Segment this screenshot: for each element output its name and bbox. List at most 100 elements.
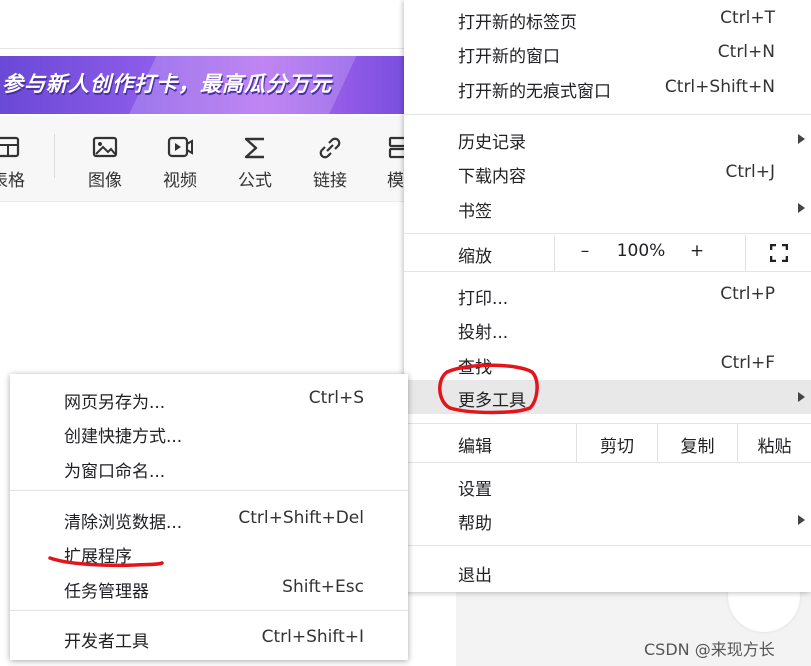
toolbar-item-video[interactable]: 视频	[150, 134, 210, 191]
menu-item-label: 下载内容	[458, 167, 526, 187]
submenu-arrow-icon	[798, 515, 805, 525]
menu-item-more-tools[interactable]: 更多工具	[404, 380, 811, 414]
menu-item-settings[interactable]: 设置	[404, 469, 811, 503]
submenu-arrow-icon	[798, 203, 805, 213]
submenu-item-clear-data[interactable]: 清除浏览数据... Ctrl+Shift+Del	[10, 502, 408, 536]
menu-item-new-window[interactable]: 打开新的窗口 Ctrl+N	[404, 36, 811, 70]
toolbar-item-image[interactable]: 图像	[75, 134, 135, 191]
menu-item-label: 打印...	[458, 289, 509, 309]
paste-button[interactable]: 粘贴	[737, 424, 811, 462]
toolbar-label: 表格	[0, 171, 25, 191]
menu-item-new-incognito[interactable]: 打开新的无痕式窗口 Ctrl+Shift+N	[404, 71, 811, 105]
menu-item-label: 书签	[458, 202, 492, 222]
menu-item-label: 为窗口命名...	[64, 462, 166, 482]
template-icon	[367, 134, 405, 162]
table-icon	[0, 134, 38, 162]
sigma-icon	[225, 134, 285, 162]
menu-item-label: 帮助	[458, 514, 492, 534]
submenu-item-save-as[interactable]: 网页另存为... Ctrl+S	[10, 382, 408, 416]
zoom-in-button[interactable]: +	[687, 241, 707, 261]
toolbar-item-table[interactable]: 表格	[0, 134, 38, 191]
menu-item-help[interactable]: 帮助	[404, 503, 811, 537]
menu-item-edit: 编辑 剪切 复制 粘贴	[404, 424, 811, 462]
menu-item-label: 创建快捷方式...	[64, 427, 183, 447]
menu-item-label: 开发者工具	[64, 632, 149, 652]
toolbar-item-template[interactable]: 模	[367, 134, 405, 191]
zoom-controls: – 100% +	[554, 235, 811, 271]
menu-item-label: 打开新的窗口	[458, 47, 560, 67]
fullscreen-button[interactable]	[745, 235, 811, 271]
menu-item-shortcut: Ctrl+S	[308, 388, 364, 408]
toolbar-item-formula[interactable]: 公式	[225, 134, 285, 191]
menu-separator	[404, 271, 811, 272]
menu-item-label: 历史记录	[458, 133, 526, 153]
submenu-item-name-window[interactable]: 为窗口命名...	[10, 451, 408, 485]
menu-item-label: 更多工具	[458, 391, 526, 411]
menu-separator	[404, 114, 811, 115]
banner-text: 参与新人创作打卡，最高瓜分万元	[2, 72, 332, 96]
menu-item-shortcut: Ctrl+Shift+Del	[238, 508, 364, 528]
submenu-item-extensions[interactable]: 扩展程序	[10, 536, 408, 570]
promo-banner[interactable]: 参与新人创作打卡，最高瓜分万元	[0, 56, 405, 114]
menu-item-label: 打开新的标签页	[458, 13, 577, 33]
menu-item-shortcut: Ctrl+J	[725, 162, 775, 182]
menu-item-print[interactable]: 打印... Ctrl+P	[404, 278, 811, 312]
toolbar-label: 图像	[88, 171, 122, 191]
toolbar-label: 视频	[163, 171, 197, 191]
zoom-out-button[interactable]: –	[575, 241, 595, 261]
menu-item-label: 设置	[458, 480, 492, 500]
submenu-item-dev-tools[interactable]: 开发者工具 Ctrl+Shift+I	[10, 621, 408, 655]
menu-item-shortcut: Shift+Esc	[282, 577, 364, 597]
toolbar-separator	[54, 134, 55, 178]
toolbar-label: 公式	[238, 171, 272, 191]
menu-item-shortcut: Ctrl+P	[720, 284, 775, 304]
toolbar-label: 链接	[313, 171, 347, 191]
menu-item-shortcut: Ctrl+Shift+N	[664, 77, 775, 97]
fullscreen-icon	[770, 244, 788, 262]
menu-item-label: 查找	[458, 358, 492, 378]
editor-toolbar: 表格 图像 视频 公式 链接	[0, 116, 405, 202]
menu-item-zoom: 缩放 – 100% +	[404, 235, 811, 271]
menu-item-history[interactable]: 历史记录	[404, 122, 811, 156]
watermark-text: CSDN @来现方长	[644, 640, 775, 659]
menu-item-shortcut: Ctrl+N	[717, 42, 775, 62]
menu-item-find[interactable]: 查找 Ctrl+F	[404, 347, 811, 381]
submenu-arrow-icon	[798, 134, 805, 144]
submenu-arrow-icon	[798, 392, 805, 402]
menu-item-label: 扩展程序	[64, 547, 132, 567]
cut-button[interactable]: 剪切	[576, 424, 657, 462]
menu-item-label: 任务管理器	[64, 582, 149, 602]
menu-item-downloads[interactable]: 下载内容 Ctrl+J	[404, 156, 811, 190]
menu-item-cast[interactable]: 投射...	[404, 312, 811, 346]
toolbar-label: 模	[387, 171, 404, 191]
toolbar-item-link[interactable]: 链接	[300, 134, 360, 191]
browser-main-menu: 打开新的标签页 Ctrl+T 打开新的窗口 Ctrl+N 打开新的无痕式窗口 C…	[404, 0, 811, 592]
menu-item-bookmarks[interactable]: 书签	[404, 191, 811, 225]
menu-item-shortcut: Ctrl+T	[720, 8, 775, 28]
submenu-item-task-manager[interactable]: 任务管理器 Shift+Esc	[10, 571, 408, 605]
menu-item-label: 清除浏览数据...	[64, 513, 183, 533]
menu-separator	[10, 490, 408, 491]
menu-item-new-tab[interactable]: 打开新的标签页 Ctrl+T	[404, 2, 811, 36]
menu-item-label: 网页另存为...	[64, 393, 166, 413]
copy-button[interactable]: 复制	[657, 424, 737, 462]
menu-separator	[404, 545, 811, 546]
menu-item-shortcut: Ctrl+Shift+I	[261, 627, 364, 647]
menu-separator	[404, 462, 811, 463]
link-icon	[300, 134, 360, 162]
divider	[0, 48, 405, 49]
menu-separator	[10, 610, 408, 611]
menu-item-label: 编辑	[458, 437, 492, 457]
more-tools-submenu: 网页另存为... Ctrl+S 创建快捷方式... 为窗口命名... 清除浏览数…	[10, 374, 408, 660]
menu-item-exit[interactable]: 退出	[404, 555, 811, 589]
image-icon	[75, 134, 135, 162]
menu-item-label: 退出	[458, 566, 492, 586]
menu-separator	[404, 233, 811, 234]
menu-item-shortcut: Ctrl+F	[720, 353, 775, 373]
menu-item-label: 打开新的无痕式窗口	[458, 82, 611, 102]
zoom-level: 100%	[616, 241, 666, 261]
menu-item-label: 投射...	[458, 323, 509, 343]
submenu-item-create-shortcut[interactable]: 创建快捷方式...	[10, 416, 408, 450]
video-icon	[150, 134, 210, 162]
menu-item-label: 缩放	[458, 247, 492, 267]
